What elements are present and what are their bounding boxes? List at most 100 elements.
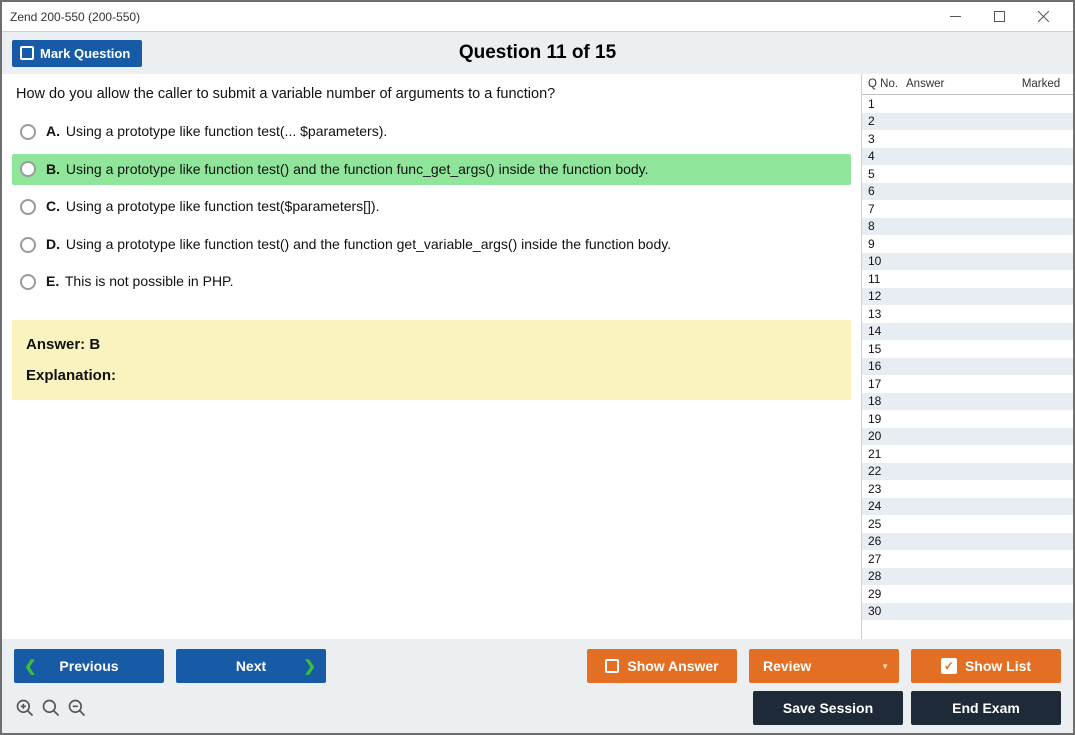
question-counter: Question 11 of 15 (459, 42, 616, 64)
nav-row[interactable]: 18 (862, 393, 1073, 411)
nav-qno: 29 (862, 587, 904, 601)
previous-button[interactable]: ❮ Previous (14, 649, 164, 683)
answer-value: B (89, 336, 100, 353)
nav-table-body[interactable]: 1234567891011121314151617181920212223242… (862, 95, 1073, 639)
option-letter: C. (46, 198, 60, 214)
show-list-button[interactable]: ✓ Show List (911, 649, 1061, 683)
nav-row[interactable]: 6 (862, 183, 1073, 201)
radio-icon (20, 237, 36, 253)
radio-icon (20, 274, 36, 290)
mark-question-button[interactable]: Mark Question (12, 40, 142, 67)
nav-row[interactable]: 15 (862, 340, 1073, 358)
nav-header-marked: Marked (1011, 78, 1071, 90)
nav-row[interactable]: 8 (862, 218, 1073, 236)
maximize-button[interactable] (977, 3, 1021, 31)
zoom-reset-icon[interactable] (40, 697, 62, 719)
chevron-right-icon: ❯ (303, 657, 316, 675)
checkbox-icon (605, 659, 619, 673)
zoom-out-icon[interactable] (66, 697, 88, 719)
app-window: Zend 200-550 (200-550) Mark Question Que… (0, 0, 1075, 735)
answer-box: Answer: B Explanation: (12, 320, 851, 400)
option-letter: D. (46, 236, 60, 252)
previous-label: Previous (59, 658, 118, 674)
nav-qno: 6 (862, 184, 904, 198)
review-label: Review (763, 658, 811, 674)
nav-table-header: Q No. Answer Marked (862, 74, 1073, 95)
option-row[interactable]: E. This is not possible in PHP. (12, 266, 851, 298)
nav-qno: 12 (862, 289, 904, 303)
option-letter: A. (46, 123, 60, 139)
nav-qno: 19 (862, 412, 904, 426)
zoom-in-icon[interactable] (14, 697, 36, 719)
next-button[interactable]: Next ❯ (176, 649, 326, 683)
nav-row[interactable]: 17 (862, 375, 1073, 393)
nav-row[interactable]: 13 (862, 305, 1073, 323)
nav-row[interactable]: 28 (862, 568, 1073, 586)
nav-qno: 22 (862, 464, 904, 478)
option-row[interactable]: A. Using a prototype like function test(… (12, 116, 851, 148)
nav-qno: 21 (862, 447, 904, 461)
nav-row[interactable]: 1 (862, 95, 1073, 113)
radio-icon (20, 199, 36, 215)
nav-row[interactable]: 24 (862, 498, 1073, 516)
option-row[interactable]: D. Using a prototype like function test(… (12, 229, 851, 261)
show-answer-button[interactable]: Show Answer (587, 649, 737, 683)
nav-row[interactable]: 22 (862, 463, 1073, 481)
close-button[interactable] (1021, 3, 1065, 31)
nav-qno: 20 (862, 429, 904, 443)
nav-row[interactable]: 7 (862, 200, 1073, 218)
save-session-button[interactable]: Save Session (753, 691, 903, 725)
option-label: This is not possible in PHP. (61, 273, 233, 289)
nav-row[interactable]: 19 (862, 410, 1073, 428)
nav-row[interactable]: 4 (862, 148, 1073, 166)
nav-qno: 14 (862, 324, 904, 338)
minimize-button[interactable] (933, 3, 977, 31)
explanation-label: Explanation: (26, 367, 837, 384)
end-exam-button[interactable]: End Exam (911, 691, 1061, 725)
nav-qno: 18 (862, 394, 904, 408)
zoom-controls (14, 697, 88, 719)
nav-row[interactable]: 20 (862, 428, 1073, 446)
review-button[interactable]: Review ▼ (749, 649, 899, 683)
nav-qno: 7 (862, 202, 904, 216)
option-text: B. Using a prototype like function test(… (46, 160, 649, 180)
nav-row[interactable]: 27 (862, 550, 1073, 568)
save-session-label: Save Session (783, 700, 873, 716)
footer-bar: ❮ Previous Next ❯ Show Answer Review ▼ ✓… (2, 639, 1073, 733)
nav-row[interactable]: 26 (862, 533, 1073, 551)
checkbox-checked-icon: ✓ (941, 658, 957, 674)
nav-row[interactable]: 16 (862, 358, 1073, 376)
nav-qno: 1 (862, 97, 904, 111)
nav-qno: 8 (862, 219, 904, 233)
option-letter: B. (46, 161, 60, 177)
option-label: Using a prototype like function test() a… (62, 161, 649, 177)
nav-row[interactable]: 30 (862, 603, 1073, 621)
nav-row[interactable]: 12 (862, 288, 1073, 306)
nav-row[interactable]: 5 (862, 165, 1073, 183)
nav-qno: 27 (862, 552, 904, 566)
nav-row[interactable]: 2 (862, 113, 1073, 131)
nav-row[interactable]: 11 (862, 270, 1073, 288)
question-nav-panel: Q No. Answer Marked 12345678910111213141… (861, 74, 1073, 639)
nav-qno: 17 (862, 377, 904, 391)
nav-row[interactable]: 3 (862, 130, 1073, 148)
nav-row[interactable]: 9 (862, 235, 1073, 253)
option-row[interactable]: C. Using a prototype like function test(… (12, 191, 851, 223)
nav-header-answer: Answer (906, 78, 1011, 90)
nav-row[interactable]: 10 (862, 253, 1073, 271)
nav-row[interactable]: 23 (862, 480, 1073, 498)
option-text: D. Using a prototype like function test(… (46, 235, 671, 255)
nav-qno: 28 (862, 569, 904, 583)
nav-row[interactable]: 25 (862, 515, 1073, 533)
question-area: How do you allow the caller to submit a … (2, 74, 861, 639)
show-list-label: Show List (965, 658, 1031, 674)
footer-row-1: ❮ Previous Next ❯ Show Answer Review ▼ ✓… (14, 649, 1061, 683)
show-answer-label: Show Answer (627, 658, 718, 674)
window-controls (933, 3, 1065, 31)
nav-row[interactable]: 29 (862, 585, 1073, 603)
nav-qno: 26 (862, 534, 904, 548)
option-row[interactable]: B. Using a prototype like function test(… (12, 154, 851, 186)
nav-row[interactable]: 14 (862, 323, 1073, 341)
nav-row[interactable]: 21 (862, 445, 1073, 463)
nav-qno: 3 (862, 132, 904, 146)
